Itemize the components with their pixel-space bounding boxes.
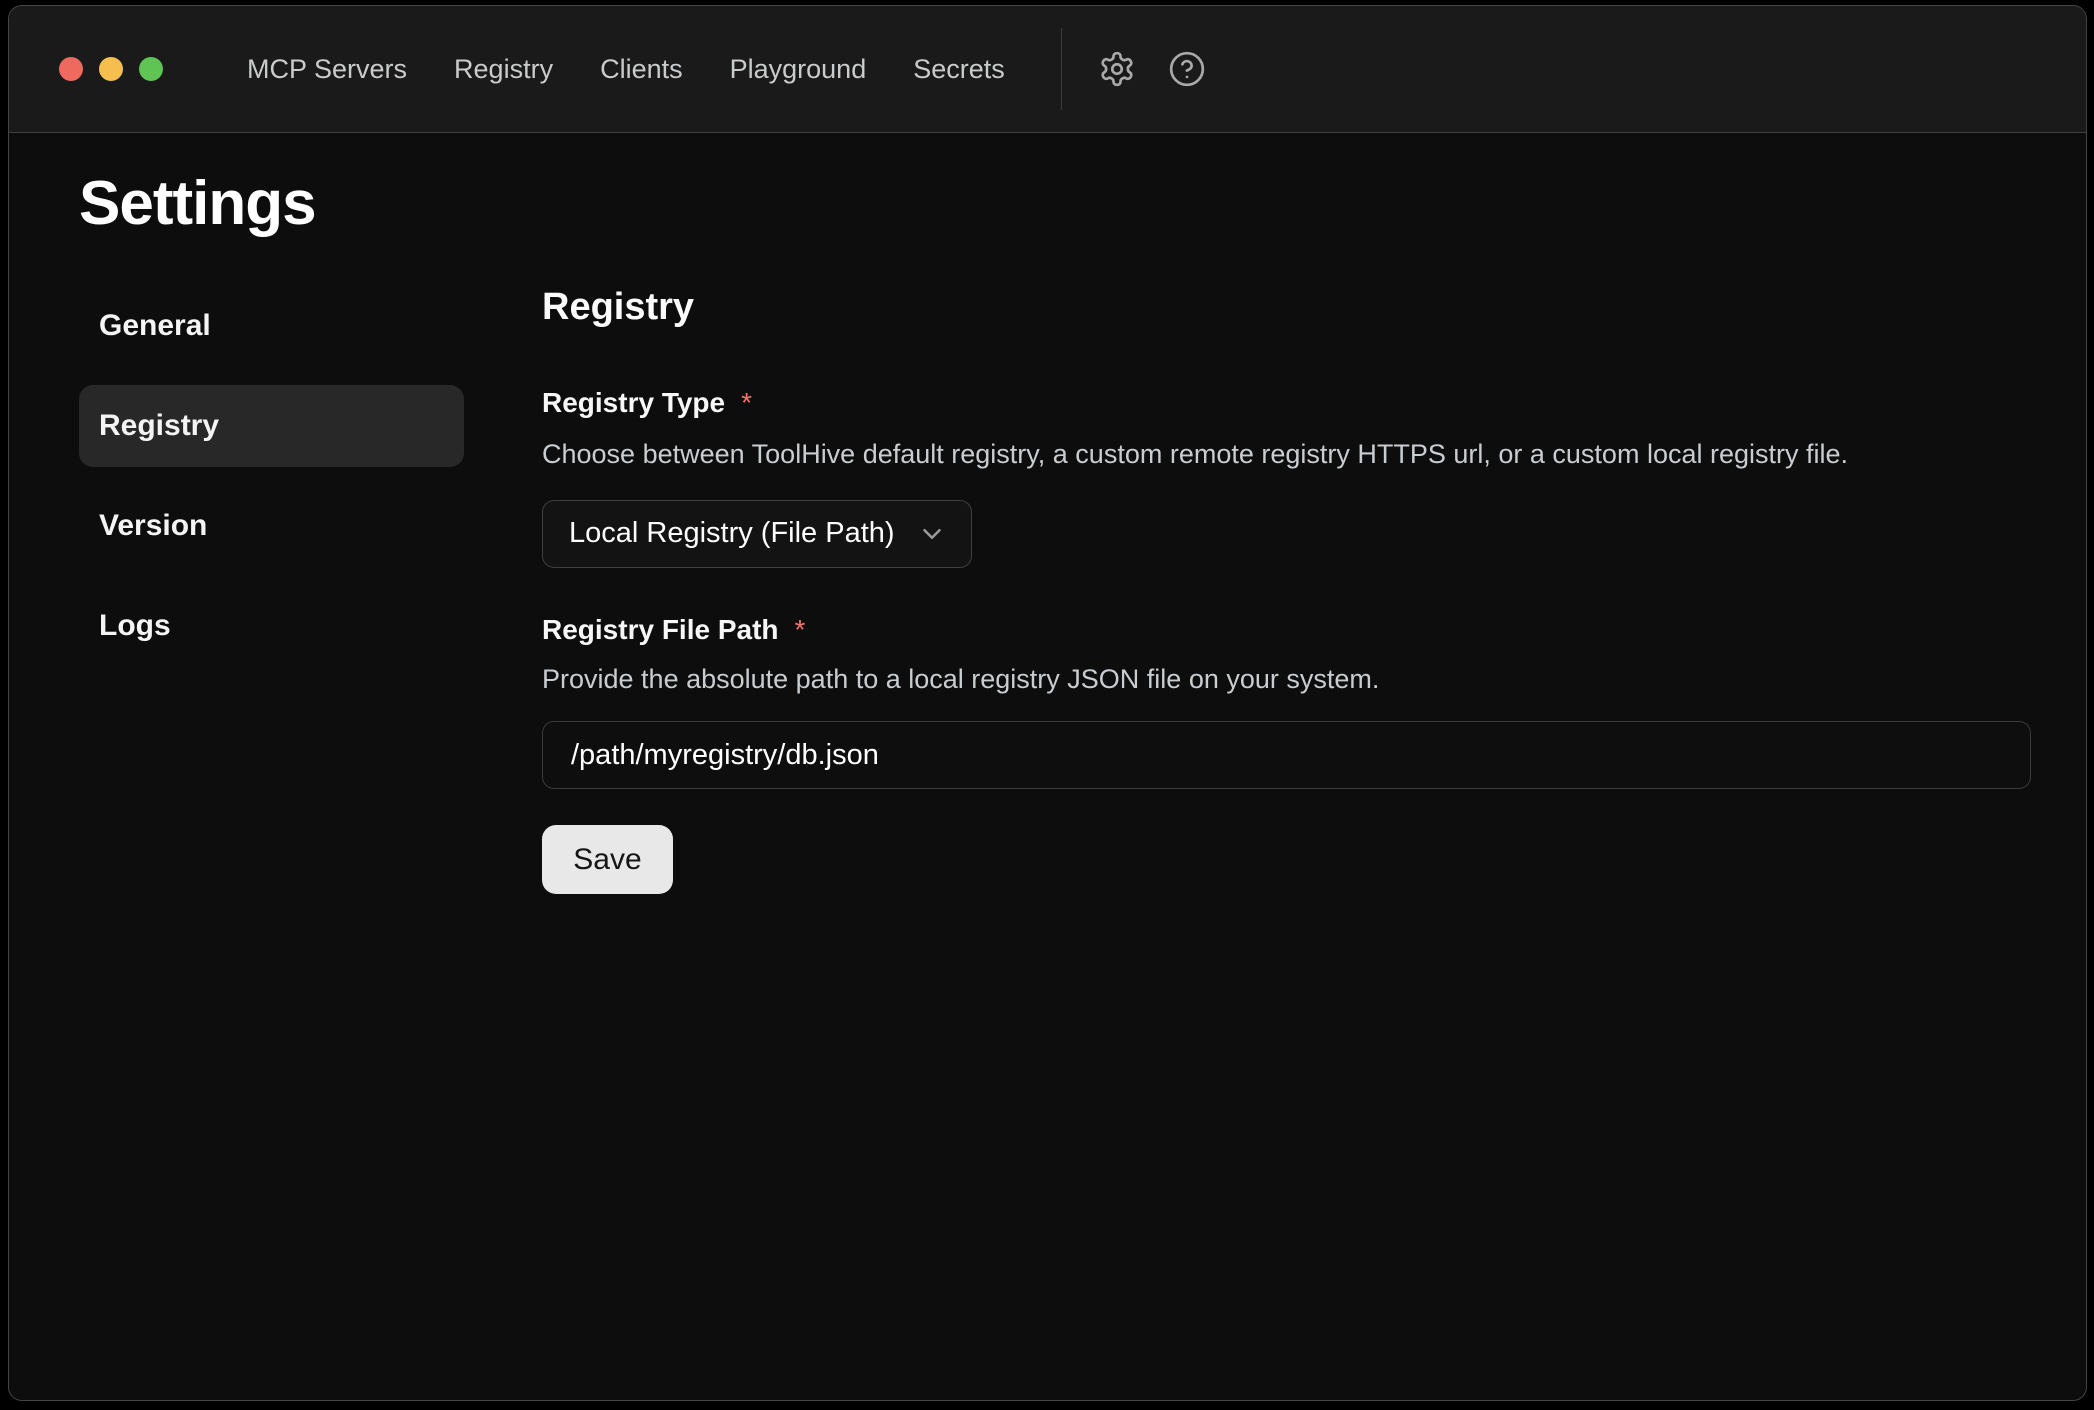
required-asterisk: * [741, 387, 752, 419]
nav-item-registry[interactable]: Registry [454, 50, 553, 89]
registry-settings-panel: Registry Registry Type * Choose between … [542, 285, 2031, 894]
registry-type-selected-value: Local Registry (File Path) [569, 517, 895, 550]
registry-file-path-label: Registry File Path [542, 614, 779, 646]
sidebar-item-version[interactable]: Version [79, 485, 464, 567]
nav-item-clients[interactable]: Clients [600, 50, 683, 89]
save-button[interactable]: Save [542, 825, 673, 894]
nav-item-secrets[interactable]: Secrets [913, 50, 1005, 89]
registry-type-select[interactable]: Local Registry (File Path) [542, 500, 972, 568]
registry-file-path-description: Provide the absolute path to a local reg… [542, 662, 2031, 697]
settings-gear-icon[interactable] [1098, 50, 1136, 88]
registry-type-description: Choose between ToolHive default registry… [542, 437, 2031, 472]
minimize-window-button[interactable] [99, 57, 123, 81]
sidebar-item-registry[interactable]: Registry [79, 385, 464, 467]
main-nav: MCP Servers Registry Clients Playground … [247, 50, 1005, 89]
settings-sidebar: General Registry Version Logs [79, 285, 464, 894]
zoom-window-button[interactable] [139, 57, 163, 81]
close-window-button[interactable] [59, 57, 83, 81]
section-title: Registry [542, 285, 2031, 331]
app-window: MCP Servers Registry Clients Playground … [8, 5, 2087, 1401]
sidebar-item-general[interactable]: General [79, 285, 464, 367]
registry-file-path-input[interactable] [542, 721, 2031, 789]
help-icon[interactable] [1168, 50, 1206, 88]
nav-item-mcp-servers[interactable]: MCP Servers [247, 50, 407, 89]
chevron-down-icon [917, 519, 947, 549]
titlebar: MCP Servers Registry Clients Playground … [9, 6, 2086, 133]
titlebar-divider [1061, 28, 1062, 110]
window-controls [59, 57, 163, 81]
registry-type-label: Registry Type [542, 387, 725, 419]
nav-item-playground[interactable]: Playground [730, 50, 867, 89]
sidebar-item-logs[interactable]: Logs [79, 585, 464, 667]
required-asterisk: * [795, 614, 806, 646]
page-title: Settings [79, 173, 2022, 235]
